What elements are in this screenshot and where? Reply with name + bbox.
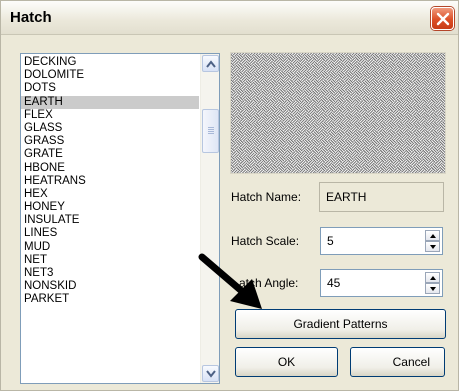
- close-x-icon: [436, 12, 450, 26]
- close-button[interactable]: [431, 7, 454, 30]
- title-bar[interactable]: Hatch: [1, 1, 458, 35]
- pattern-item[interactable]: GLASS: [21, 122, 199, 135]
- pattern-item[interactable]: DOTS: [21, 82, 199, 95]
- hatch-name-field: EARTH: [319, 182, 444, 212]
- hatch-name-value: EARTH: [326, 190, 367, 204]
- pattern-item[interactable]: INSULATE: [21, 214, 199, 227]
- arrow-up-icon: [206, 60, 216, 68]
- scale-down-button[interactable]: [425, 241, 440, 252]
- hatch-pattern-preview: [231, 53, 445, 173]
- hatch-scale-spinner[interactable]: 5: [320, 227, 443, 255]
- pattern-item[interactable]: DOLOMITE: [21, 69, 199, 82]
- hatch-scale-label: Hatch Scale:: [231, 234, 300, 248]
- arrow-down-icon: [206, 370, 216, 378]
- pointer-arrow-icon: [198, 253, 262, 309]
- hatch-dialog: Hatch DECKING DOLOMITE DOTS EARTH FLEX GLASS G…: [0, 0, 459, 391]
- pattern-item[interactable]: FLEX: [21, 109, 199, 122]
- cancel-button[interactable]: Cancel: [350, 347, 445, 377]
- ok-button[interactable]: OK: [235, 347, 338, 377]
- scroll-down-button[interactable]: [202, 365, 219, 382]
- list-scrollbar[interactable]: [200, 54, 219, 383]
- pattern-item[interactable]: NET: [21, 254, 199, 267]
- spin-up-icon: [430, 234, 436, 238]
- pattern-item[interactable]: EARTH: [21, 95, 199, 109]
- pattern-item[interactable]: DECKING: [21, 56, 199, 69]
- spin-up-icon: [430, 276, 436, 280]
- spin-down-icon: [430, 245, 436, 249]
- pattern-listbox[interactable]: DECKING DOLOMITE DOTS EARTH FLEX GLASS GRASS GR…: [20, 53, 220, 384]
- dialog-title: Hatch: [10, 9, 52, 26]
- pattern-item[interactable]: PARKET: [21, 293, 199, 306]
- pattern-item[interactable]: GRASS: [21, 135, 199, 148]
- hatch-preview: [230, 52, 446, 174]
- pattern-item[interactable]: LINES: [21, 227, 199, 240]
- pattern-item[interactable]: GRATE: [21, 148, 199, 161]
- scroll-thumb[interactable]: [202, 109, 219, 153]
- pattern-item[interactable]: HEX: [21, 188, 199, 201]
- pattern-item[interactable]: HONEY: [21, 201, 199, 214]
- scale-up-button[interactable]: [425, 230, 440, 241]
- pattern-item[interactable]: HBONE: [21, 162, 199, 175]
- scroll-up-button[interactable]: [202, 55, 219, 72]
- pattern-item[interactable]: NET3: [21, 267, 199, 280]
- pattern-item[interactable]: HEATRANS: [21, 175, 199, 188]
- angle-up-button[interactable]: [425, 272, 440, 283]
- pattern-list: DECKING DOLOMITE DOTS EARTH FLEX GLASS GRASS GR…: [21, 56, 199, 307]
- angle-down-button[interactable]: [425, 283, 440, 294]
- spin-down-icon: [430, 287, 436, 291]
- pattern-item[interactable]: MUD: [21, 241, 199, 254]
- pattern-item[interactable]: NONSKID: [21, 280, 199, 293]
- hatch-angle-input[interactable]: 45: [327, 276, 340, 290]
- hatch-angle-spinner[interactable]: 45: [320, 269, 443, 297]
- hatch-scale-input[interactable]: 5: [327, 234, 334, 248]
- hatch-name-label: Hatch Name:: [231, 190, 302, 204]
